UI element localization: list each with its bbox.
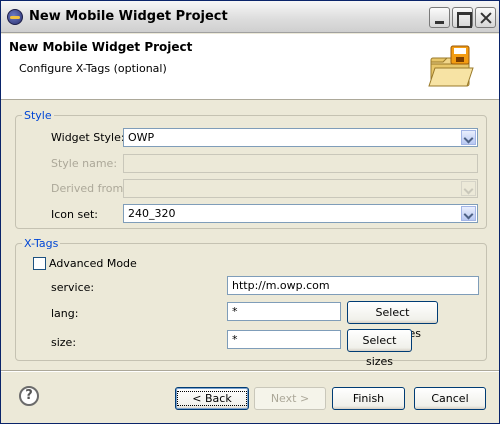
widget-style-combo[interactable]: OWP (123, 128, 478, 147)
footer-separator (1, 370, 499, 372)
lang-input[interactable] (228, 303, 340, 320)
derived-from-label: Derived from: (51, 182, 127, 195)
derived-from-combo (123, 179, 478, 198)
wizard-window: New Mobile Widget Project New Mobile Wid… (0, 0, 500, 424)
minimize-button[interactable] (429, 7, 450, 28)
close-button[interactable] (475, 7, 496, 28)
window-title: New Mobile Widget Project (29, 9, 228, 24)
advanced-mode-label[interactable]: Advanced Mode (49, 257, 137, 270)
icon-set-value: 240_320 (128, 207, 176, 220)
wizard-header: New Mobile Widget Project Configure X-Ta… (1, 34, 499, 100)
title-bar[interactable]: New Mobile Widget Project (1, 1, 499, 33)
cancel-button[interactable]: Cancel (414, 387, 486, 410)
widget-style-value: OWP (128, 131, 155, 144)
back-button-label: < Back (177, 391, 247, 406)
new-project-folder-icon (428, 45, 474, 87)
service-input[interactable] (228, 277, 478, 294)
next-button: Next > (254, 387, 326, 410)
size-input[interactable] (228, 331, 340, 348)
style-name-field (123, 154, 478, 173)
size-field[interactable] (227, 330, 341, 349)
size-label: size: (51, 336, 77, 349)
page-subtitle: Configure X-Tags (optional) (19, 62, 167, 75)
chevron-down-icon[interactable] (461, 130, 476, 145)
icon-set-combo[interactable]: 240_320 (123, 204, 478, 223)
advanced-mode-checkbox[interactable] (33, 257, 46, 270)
back-button[interactable]: < Back (175, 387, 249, 410)
select-sizes-button[interactable]: Select sizes (347, 329, 412, 368)
service-field[interactable] (227, 276, 479, 295)
icon-set-label: Icon set: (51, 208, 99, 221)
chevron-down-icon (461, 181, 476, 196)
style-group-legend: Style (24, 109, 52, 122)
lang-field[interactable] (227, 302, 341, 321)
xtags-group-legend: X-Tags (24, 237, 59, 250)
select-languages-button[interactable]: Select languages (347, 301, 438, 340)
finish-button[interactable]: Finish (332, 387, 405, 410)
service-label: service: (51, 281, 95, 294)
maximize-button[interactable] (452, 7, 473, 28)
help-icon[interactable]: ? (19, 386, 39, 406)
page-title: New Mobile Widget Project (9, 40, 193, 54)
style-name-label: Style name: (51, 157, 118, 170)
eclipse-app-icon (7, 9, 23, 25)
widget-style-label: Widget Style: (51, 131, 125, 144)
lang-label: lang: (51, 307, 79, 320)
style-name-input (124, 155, 477, 172)
chevron-down-icon[interactable] (461, 206, 476, 221)
